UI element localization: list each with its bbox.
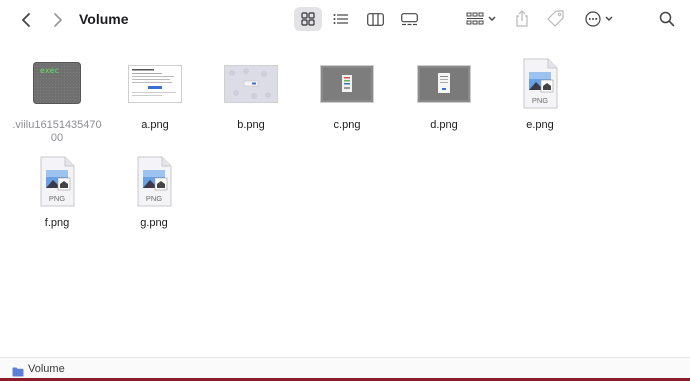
image-thumbnail xyxy=(224,65,278,103)
tag-icon xyxy=(547,10,564,27)
png-file-icon: PNG xyxy=(37,156,77,208)
png-badge: PNG xyxy=(145,194,163,203)
chevron-right-icon xyxy=(54,13,62,27)
back-button[interactable] xyxy=(16,10,36,30)
icon-view-button[interactable] xyxy=(294,7,322,31)
search-icon xyxy=(659,11,675,27)
chevron-down-icon xyxy=(488,16,496,21)
exec-badge: exec xyxy=(40,66,60,75)
window-title: Volume xyxy=(79,11,129,27)
png-file-icon: PNG xyxy=(134,156,174,208)
file-name: e.png xyxy=(526,119,554,131)
file-name: c.png xyxy=(333,119,361,131)
path-item-volume[interactable]: Volume xyxy=(28,363,65,375)
tag-button[interactable] xyxy=(545,8,567,30)
share-button[interactable] xyxy=(512,8,532,30)
file-name: f.png xyxy=(44,217,70,229)
image-thumbnail xyxy=(128,65,182,103)
chevron-down-icon xyxy=(605,16,613,21)
list-view-button[interactable] xyxy=(328,7,354,31)
group-by-icon xyxy=(466,12,484,25)
chevron-left-icon xyxy=(22,13,30,27)
forward-button[interactable] xyxy=(48,10,68,30)
file-name: a.png xyxy=(141,119,169,131)
search-button[interactable] xyxy=(656,8,678,30)
png-file-icon: PNG xyxy=(520,58,560,110)
image-thumbnail xyxy=(320,65,374,103)
more-actions-button[interactable] xyxy=(582,7,616,31)
gallery-view-button[interactable] xyxy=(396,7,422,31)
group-by-button[interactable] xyxy=(463,7,499,31)
toolbar: Volume xyxy=(0,0,690,40)
columns-icon xyxy=(366,12,384,26)
gallery-icon xyxy=(400,12,418,25)
png-badge: PNG xyxy=(531,96,549,105)
grid-icon xyxy=(301,12,315,26)
file-name: d.png xyxy=(430,119,458,131)
list-icon xyxy=(333,14,348,24)
column-view-button[interactable] xyxy=(362,7,388,31)
ellipsis-circle-icon xyxy=(585,11,601,27)
file-name: .viilu16151435470 00 xyxy=(12,119,102,144)
file-name: b.png xyxy=(237,119,265,131)
image-thumbnail xyxy=(417,65,471,103)
png-badge: PNG xyxy=(48,194,66,203)
exec-file-icon: exec xyxy=(33,62,81,104)
file-name: g.png xyxy=(140,217,168,229)
share-icon xyxy=(516,10,528,27)
